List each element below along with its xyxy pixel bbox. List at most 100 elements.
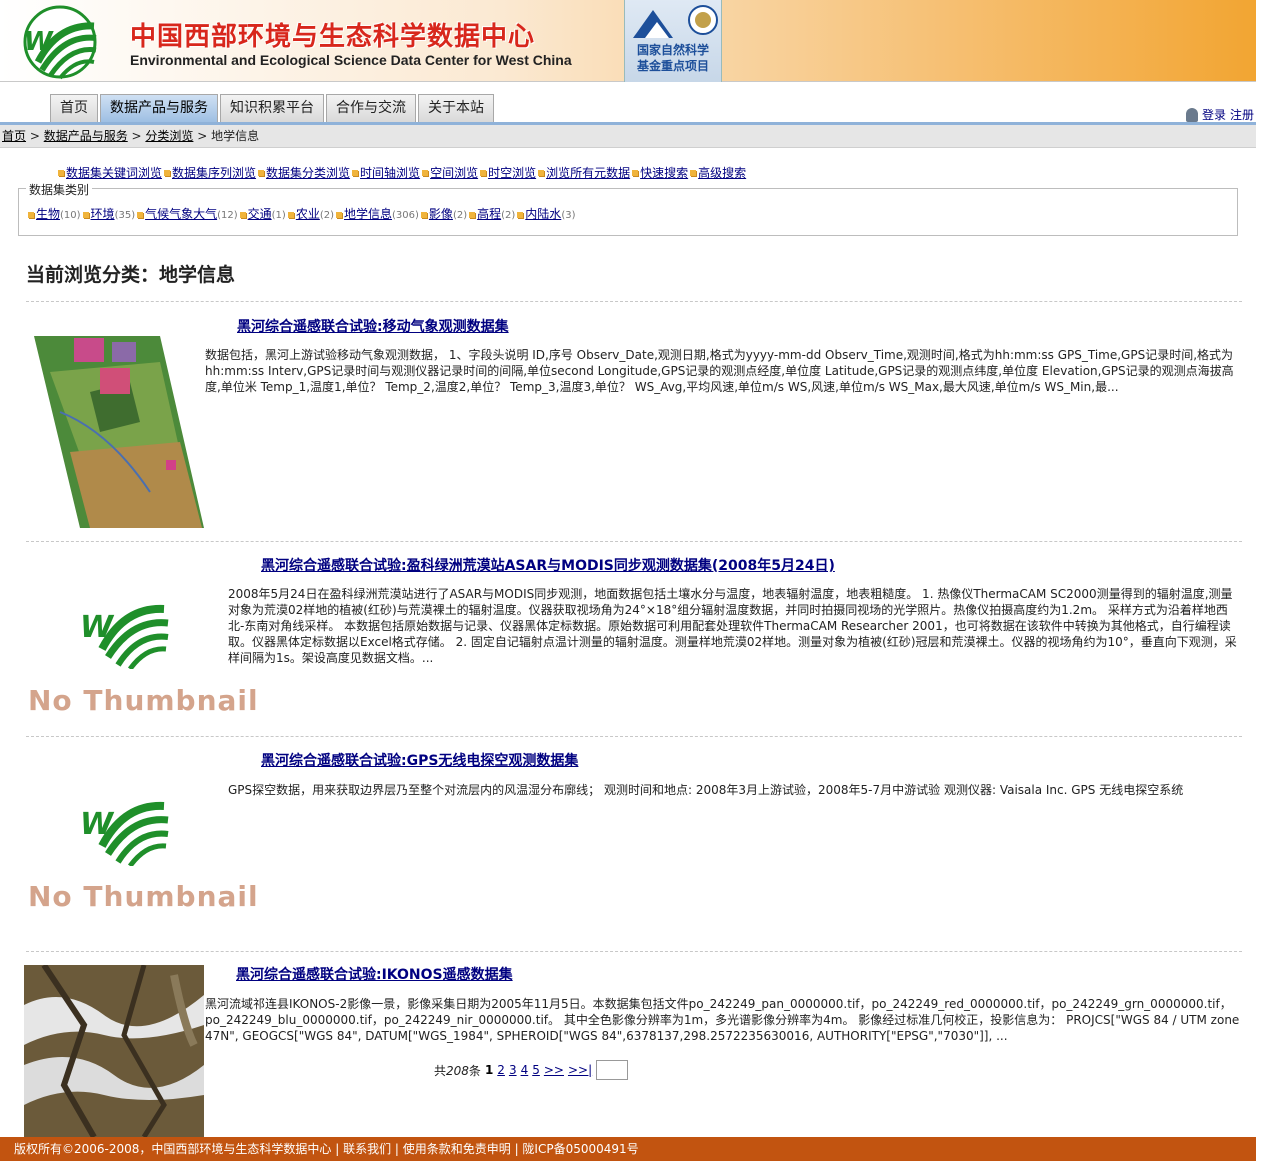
category-count: (10): [60, 210, 81, 221]
dataset-title-rest: :IKONOS遥感数据集: [376, 967, 513, 983]
category-link-inland-water[interactable]: 内陆水: [525, 207, 561, 221]
bullet-icon: [287, 212, 294, 218]
divider: [26, 541, 1242, 542]
header-banner: W 中国西部环境与生态科学数据中心 Environmental and Ecol…: [0, 0, 1256, 82]
category-link-geoinfo[interactable]: 地学信息: [344, 207, 392, 221]
browse-spatiotemporal-link[interactable]: 时空浏览: [488, 164, 536, 181]
dataset-description: 数据包括，黑河上游试验移动气象观测数据， 1、字段头说明 ID,序号 Obser…: [205, 348, 1234, 394]
site-title-en: Environmental and Ecological Science Dat…: [130, 52, 572, 68]
bullet-icon: [336, 212, 343, 218]
bullet-icon: [28, 212, 34, 218]
dataset-title-rest: :盈科绿洲荒漠站ASAR与MODIS同步观测数据集(2008年5月24日): [401, 558, 835, 574]
breadcrumb: 首页 > 数据产品与服务 > 分类浏览 > 地学信息: [0, 125, 1256, 148]
login-area: 登录 注册: [1186, 106, 1254, 123]
dataset-description: GPS探空数据，用来获取边界层乃至整个对流层内的风温湿分布廓线； 观测时间和地点…: [228, 783, 1184, 797]
category-link-transport[interactable]: 交通: [248, 207, 272, 221]
tab-cooperation[interactable]: 合作与交流: [326, 94, 416, 122]
browse-link-item: 数据集关键词浏览: [56, 164, 162, 181]
pager-total-prefix: 共: [434, 1063, 447, 1078]
login-link[interactable]: 登录: [1202, 106, 1226, 123]
category-item: 地学信息(306): [334, 205, 419, 222]
dataset-title: 黑河综合遥感联合试验:IKONOS遥感数据集: [236, 964, 513, 984]
category-link-environment[interactable]: 环境: [91, 207, 115, 221]
pager-total-suffix: 条: [468, 1063, 481, 1078]
nsfc-badge[interactable]: 国家自然科学 基金重点项目: [624, 0, 722, 82]
category-item: 高程(2): [467, 205, 515, 222]
advanced-search-link[interactable]: 高级搜索: [698, 164, 746, 181]
tab-about[interactable]: 关于本站: [418, 94, 494, 122]
bullet-icon: [538, 169, 545, 176]
svg-text:W: W: [80, 610, 115, 645]
category-link-imagery[interactable]: 影像: [429, 207, 453, 221]
category-item: 气候气象大气(12): [135, 205, 238, 222]
pager-page-link[interactable]: 5: [532, 1063, 540, 1077]
browse-link-item: 时间轴浏览: [350, 164, 420, 181]
breadcrumb-current: 地学信息: [211, 129, 260, 143]
browse-series-link[interactable]: 数据集序列浏览: [172, 164, 256, 181]
tab-data-products[interactable]: 数据产品与服务: [100, 94, 218, 122]
current-category-heading: 当前浏览分类：地学信息: [26, 264, 236, 286]
dataset-title-link[interactable]: 黑河综合遥感联合试验:盈科绿洲荒漠站ASAR与MODIS同步观测数据集(2008…: [261, 558, 835, 574]
dataset-thumbnail-map[interactable]: [30, 332, 206, 530]
bullet-icon: [58, 169, 64, 176]
bullet-icon: [422, 169, 429, 176]
browse-keyword-link[interactable]: 数据集关键词浏览: [66, 164, 162, 181]
divider: [26, 951, 1242, 952]
breadcrumb-browse[interactable]: 分类浏览: [145, 129, 193, 143]
browse-link-item: 高级搜索: [688, 164, 746, 181]
register-link[interactable]: 注册: [1230, 106, 1254, 123]
site-logo-icon[interactable]: W: [18, 4, 102, 80]
browse-link-item: 数据集序列浏览: [162, 164, 256, 181]
dataset-title-link[interactable]: 黑河综合遥感联合试验:移动气象观测数据集: [237, 319, 509, 335]
dataset-title-link[interactable]: 黑河综合遥感联合试验:IKONOS遥感数据集: [236, 967, 513, 983]
pager-next-link[interactable]: >>: [544, 1063, 564, 1077]
no-thumbnail-label: No Thumbnail: [28, 880, 259, 913]
pager-page-link[interactable]: 4: [521, 1063, 529, 1077]
browse-spatial-link[interactable]: 空间浏览: [430, 164, 478, 181]
main-nav: 首页 数据产品与服务 知识积累平台 合作与交流 关于本站: [50, 94, 494, 122]
category-count: (35): [114, 210, 136, 221]
dataset-title-link[interactable]: 黑河综合遥感联合试验:GPS无线电探空观测数据集: [261, 753, 578, 769]
category-link-elevation[interactable]: 高程: [477, 207, 501, 221]
bullet-icon: [517, 212, 524, 218]
breadcrumb-home[interactable]: 首页: [2, 129, 26, 143]
browse-category-link[interactable]: 数据集分类浏览: [266, 164, 350, 181]
no-thumbnail-logo-icon[interactable]: W: [76, 585, 176, 669]
browse-links: 数据集关键词浏览 数据集序列浏览 数据集分类浏览 时间轴浏览 空间浏览 时空浏览…: [56, 164, 746, 181]
quick-search-link[interactable]: 快速搜索: [640, 164, 688, 181]
category-count: (2): [452, 210, 468, 221]
dataset-title: 黑河综合遥感联合试验:移动气象观测数据集: [237, 316, 509, 336]
browse-link-item: 浏览所有元数据: [536, 164, 630, 181]
tab-home[interactable]: 首页: [50, 94, 98, 122]
category-item: 影像(2): [419, 205, 467, 222]
category-link-agriculture[interactable]: 农业: [296, 207, 320, 221]
category-item: 内陆水(3): [515, 205, 575, 222]
dataset-thumbnail-satellite[interactable]: [24, 965, 204, 1137]
browse-link-item: 数据集分类浏览: [256, 164, 350, 181]
pager-last-link[interactable]: >>|: [568, 1063, 592, 1077]
bullet-icon: [632, 169, 639, 176]
nsfc-text: 国家自然科学 基金重点项目: [625, 42, 721, 74]
pager-goto-input[interactable]: [596, 1060, 629, 1080]
divider: [26, 736, 1242, 737]
pager-page-link[interactable]: 2: [497, 1063, 505, 1077]
tab-knowledge[interactable]: 知识积累平台: [220, 94, 324, 122]
site-title-cn: 中国西部环境与生态科学数据中心: [130, 22, 536, 52]
category-list: 生物(10) 环境(35) 气候气象大气(12) 交通(1) 农业(2) 地学信…: [26, 205, 575, 222]
dataset-title-prefix: 黑河综合遥感联合试验: [236, 967, 376, 983]
pager-total-count: 208: [446, 1063, 469, 1078]
browse-link-item: 时空浏览: [478, 164, 536, 181]
category-link-climate[interactable]: 气候气象大气: [145, 207, 217, 221]
dataset-title-prefix: 黑河综合遥感联合试验: [261, 753, 401, 769]
pager-page-link[interactable]: 3: [509, 1063, 517, 1077]
no-thumbnail-logo-icon[interactable]: W: [76, 782, 176, 866]
browse-all-metadata-link[interactable]: 浏览所有元数据: [546, 164, 630, 181]
category-link-biology[interactable]: 生物: [36, 207, 60, 221]
category-item: 农业(2): [286, 205, 334, 222]
bullet-icon: [690, 169, 697, 176]
dataset-title-rest: :移动气象观测数据集: [377, 319, 509, 335]
browse-timeline-link[interactable]: 时间轴浏览: [360, 164, 420, 181]
category-count: (2): [319, 210, 335, 221]
user-icon: [1186, 107, 1198, 122]
breadcrumb-products[interactable]: 数据产品与服务: [44, 129, 128, 143]
